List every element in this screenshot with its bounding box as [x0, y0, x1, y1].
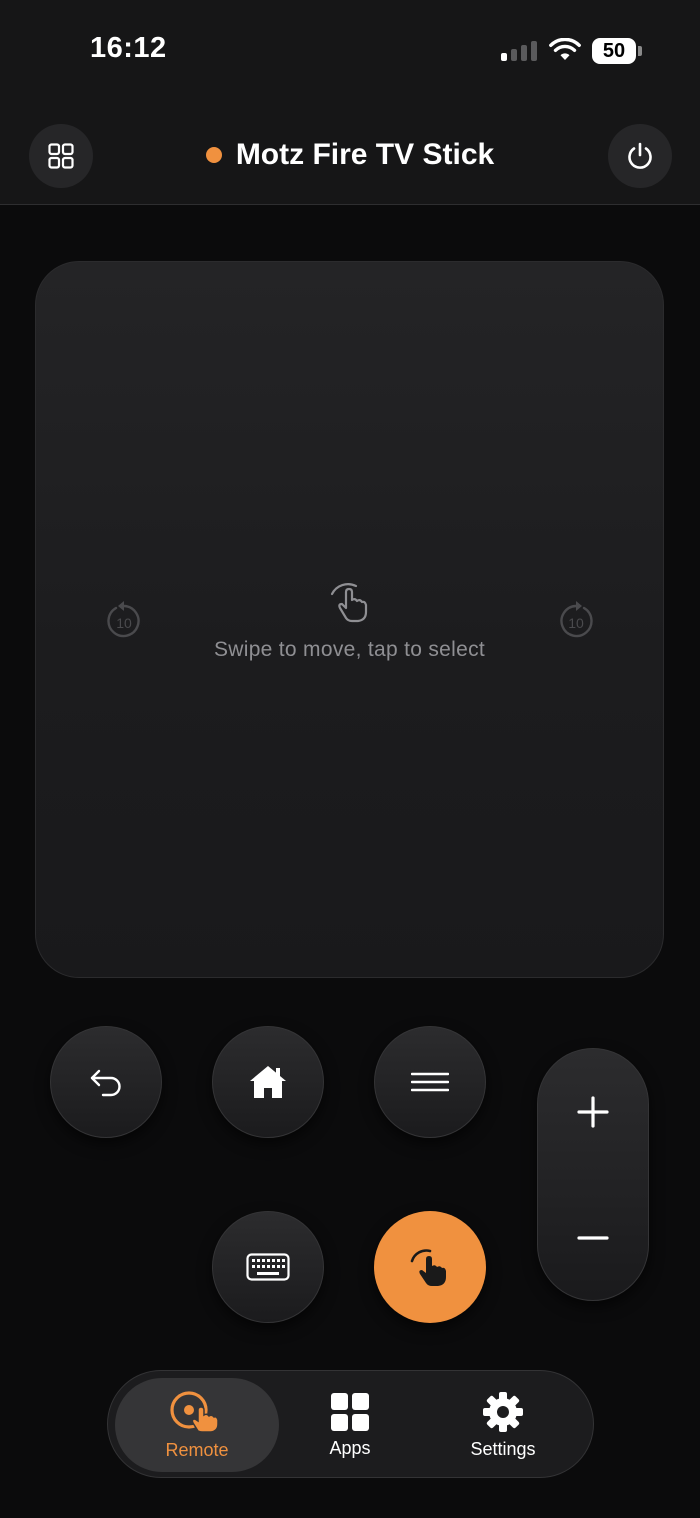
menu-button[interactable]	[374, 1026, 486, 1138]
keyboard-button[interactable]	[212, 1211, 324, 1323]
tab-apps-label: Apps	[329, 1437, 371, 1458]
select-button[interactable]	[374, 1211, 486, 1323]
gear-icon	[483, 1391, 523, 1432]
home-button[interactable]	[212, 1026, 324, 1138]
tab-bar: Remote Apps Settings	[107, 1370, 594, 1478]
volume-up-button[interactable]	[538, 1057, 648, 1167]
volume-down-button[interactable]	[538, 1183, 648, 1293]
tap-hand-icon	[410, 1249, 446, 1286]
connection-status-dot	[205, 147, 222, 163]
battery-indicator: 50	[592, 38, 636, 64]
skip-back-label: 10	[116, 615, 132, 631]
volume-rocker	[537, 1048, 649, 1301]
touchpad-hint: Swipe to move, tap to select	[213, 638, 486, 661]
back-arrow-icon	[90, 1069, 121, 1097]
power-icon	[628, 142, 652, 169]
device-title: Motz Fire TV Stick	[235, 138, 495, 171]
plus-icon	[577, 1096, 609, 1128]
device-title-group: Motz Fire TV Stick	[0, 138, 700, 172]
tab-remote-label: Remote	[165, 1439, 229, 1460]
menu-icon	[411, 1072, 449, 1092]
remote-icon	[170, 1390, 219, 1433]
tap-gesture-icon	[330, 583, 368, 623]
skip-forward-label: 10	[568, 615, 584, 631]
cellular-signal-icon	[501, 41, 537, 61]
status-time: 16:12	[90, 32, 167, 64]
battery-tip	[638, 46, 642, 56]
minus-icon	[577, 1236, 609, 1240]
skip-back-10-icon[interactable]: 10	[104, 600, 144, 642]
keyboard-icon	[246, 1253, 290, 1281]
tab-settings[interactable]: Settings	[421, 1378, 585, 1472]
home-icon	[250, 1066, 286, 1098]
skip-forward-10-icon[interactable]: 10	[556, 600, 596, 642]
tab-apps[interactable]: Apps	[268, 1378, 432, 1472]
apps-grid-icon	[331, 1392, 369, 1431]
tab-remote[interactable]: Remote	[115, 1378, 279, 1472]
tab-settings-label: Settings	[470, 1438, 536, 1459]
back-button[interactable]	[50, 1026, 162, 1138]
wifi-icon	[549, 38, 581, 60]
power-button[interactable]	[608, 124, 672, 188]
